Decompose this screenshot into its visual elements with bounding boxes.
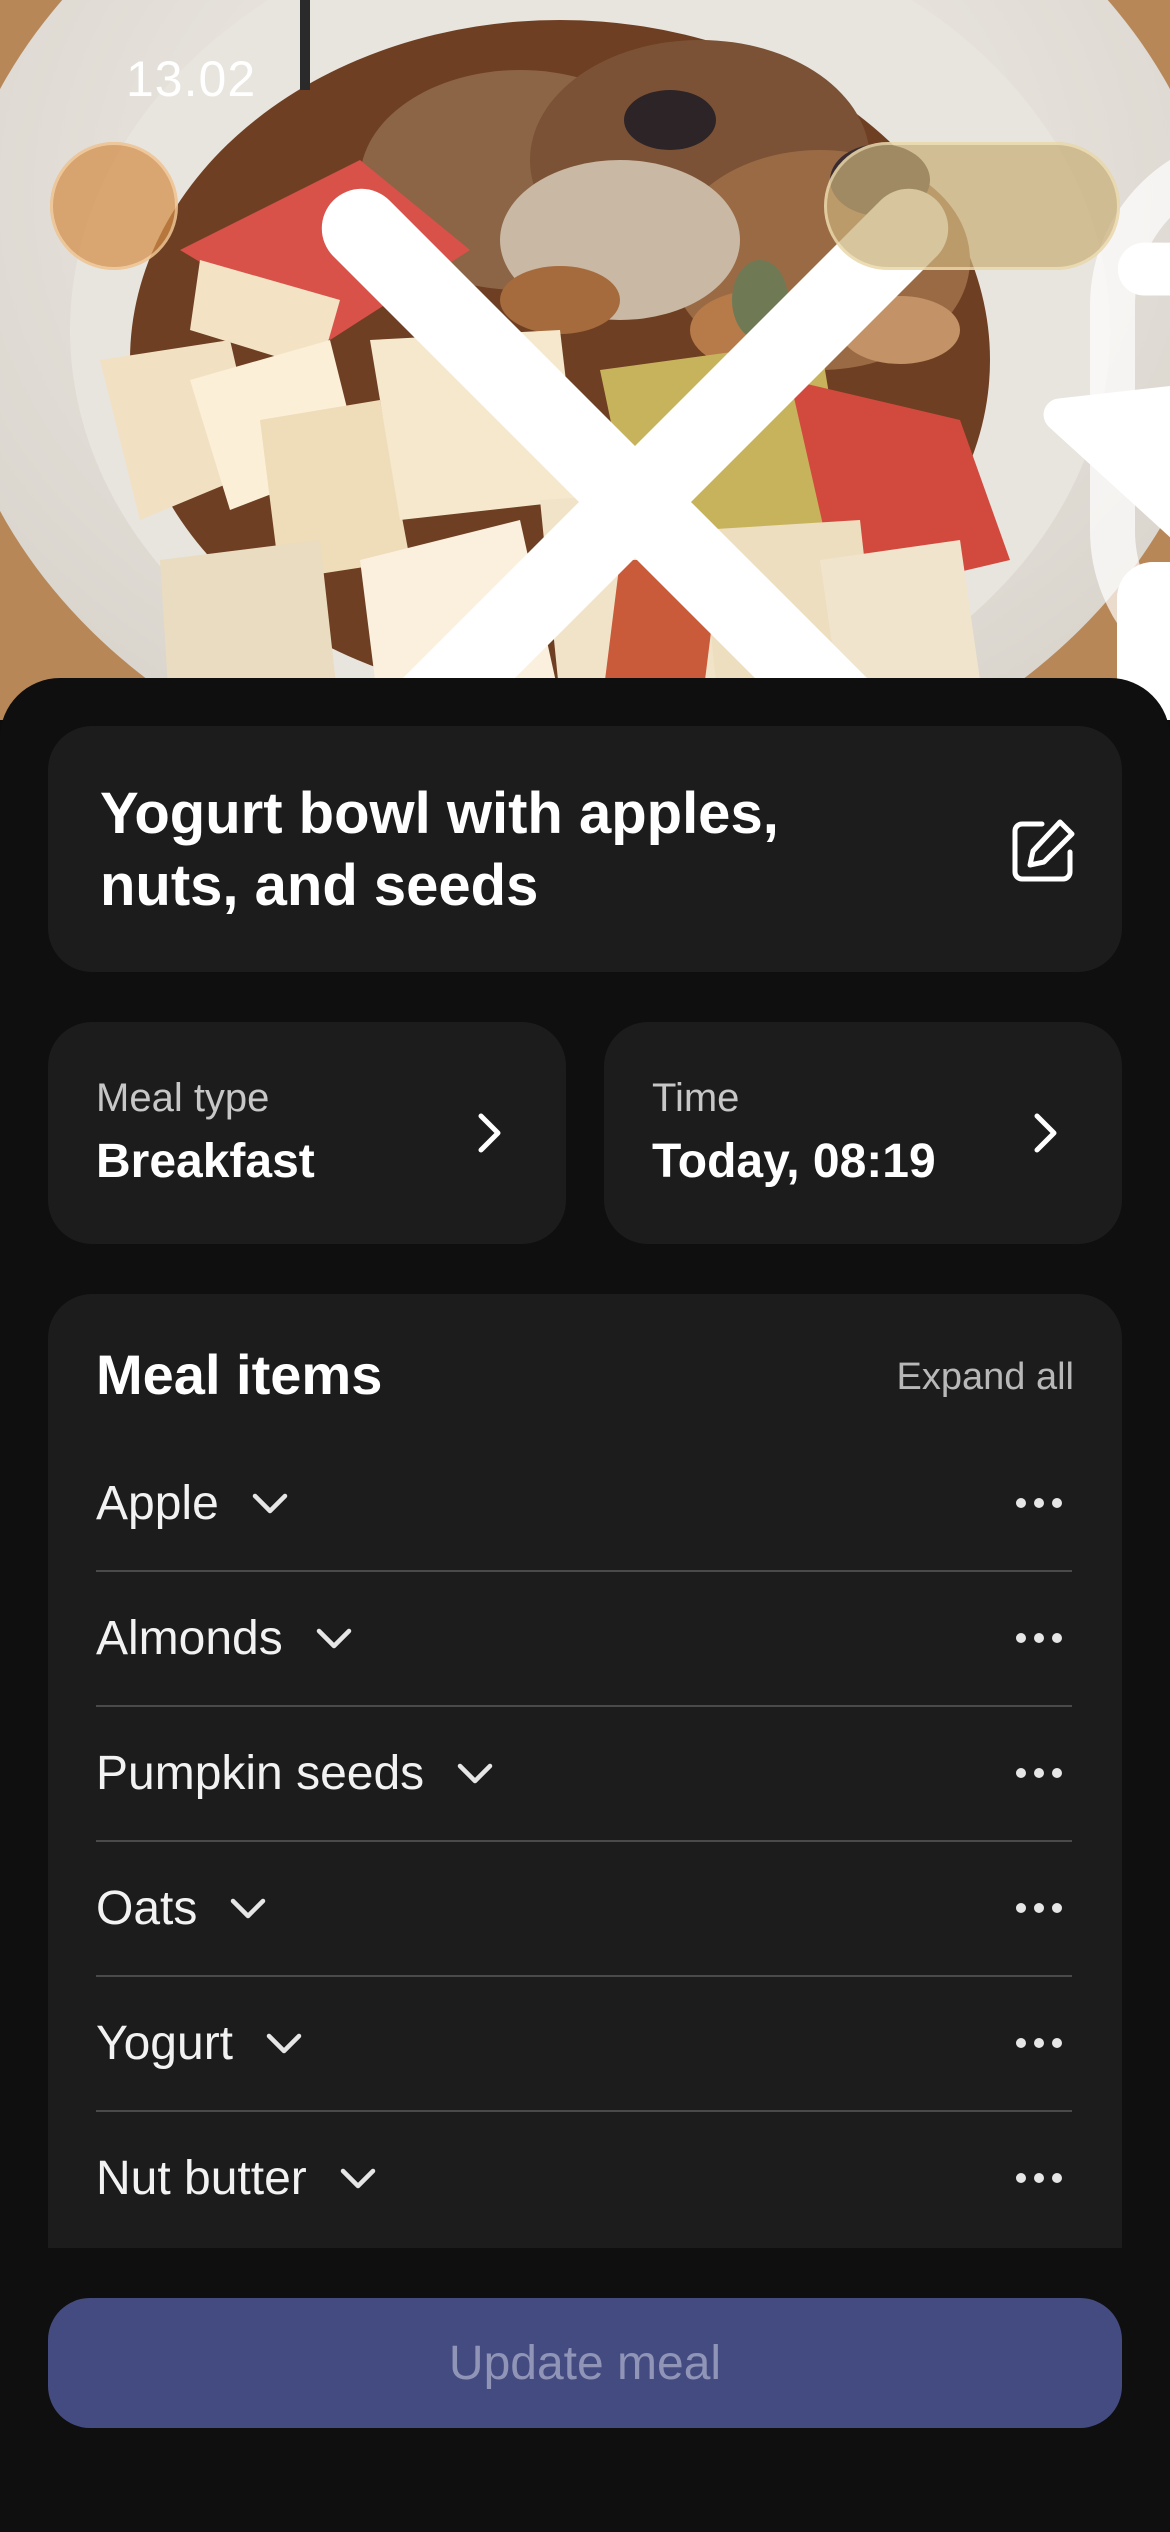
chevron-down-icon[interactable] bbox=[337, 2157, 379, 2199]
meal-items-title: Meal items bbox=[96, 1343, 383, 1406]
meal-type-selector[interactable]: Meal type Breakfast bbox=[48, 1022, 566, 1244]
chevron-right-icon bbox=[1034, 1113, 1057, 1153]
item-name: Apple bbox=[96, 1476, 219, 1530]
time-selector[interactable]: Time Today, 08:19 bbox=[604, 1022, 1122, 1244]
meal-title-card[interactable]: Yogurt bowl with apples, nuts, and seeds bbox=[48, 726, 1122, 972]
list-item[interactable]: Yogurt bbox=[96, 1976, 1072, 2112]
star-icon bbox=[1043, 386, 1170, 538]
time-value: Today, 08:19 bbox=[652, 1135, 936, 1188]
more-icon[interactable] bbox=[1014, 1763, 1064, 1783]
favorite-button[interactable] bbox=[987, 156, 1170, 538]
meal-photo: 13.02 bbox=[0, 0, 1170, 720]
item-name: Oats bbox=[96, 1881, 198, 1935]
chevron-down-icon[interactable] bbox=[454, 1752, 496, 1794]
close-button[interactable] bbox=[50, 142, 949, 720]
chevron-right-icon bbox=[478, 1113, 501, 1153]
item-name: Nut butter bbox=[96, 2151, 307, 2205]
list-item[interactable]: Almonds bbox=[96, 1571, 1072, 1707]
meal-title: Yogurt bowl with apples, nuts, and seeds bbox=[100, 781, 779, 918]
more-icon[interactable] bbox=[1014, 2033, 1064, 2053]
meal-type-label: Meal type bbox=[96, 1076, 270, 1120]
item-name: Almonds bbox=[96, 1611, 283, 1665]
more-icon[interactable] bbox=[1014, 1493, 1064, 1513]
item-name: Yogurt bbox=[96, 2016, 234, 2070]
list-item[interactable]: Oats bbox=[96, 1841, 1072, 1977]
chevron-down-icon[interactable] bbox=[227, 1887, 269, 1929]
header-actions bbox=[824, 142, 1170, 538]
expand-all-button[interactable]: Expand all bbox=[897, 1356, 1074, 1399]
meal-type-value: Breakfast bbox=[96, 1135, 315, 1188]
chevron-down-icon[interactable] bbox=[249, 1482, 291, 1524]
list-item[interactable]: Pumpkin seeds bbox=[96, 1706, 1072, 1842]
chevron-down-icon[interactable] bbox=[313, 1617, 355, 1659]
more-icon[interactable] bbox=[1014, 2168, 1064, 2188]
update-meal-button[interactable]: Update meal bbox=[48, 2298, 1122, 2428]
edit-icon[interactable] bbox=[1008, 816, 1078, 886]
more-icon[interactable] bbox=[1014, 1898, 1064, 1918]
list-item[interactable]: Nut butter bbox=[96, 2111, 1072, 2245]
status-time: 13.02 bbox=[126, 51, 257, 107]
item-name: Pumpkin seeds bbox=[96, 1746, 425, 1800]
meal-items-card: Meal items Expand all Apple Almonds Pump… bbox=[48, 1294, 1122, 2294]
list-item[interactable]: Apple bbox=[96, 1436, 1072, 1572]
time-label: Time bbox=[652, 1076, 740, 1120]
chevron-down-icon[interactable] bbox=[263, 2022, 305, 2064]
more-icon[interactable] bbox=[1014, 1628, 1064, 1648]
